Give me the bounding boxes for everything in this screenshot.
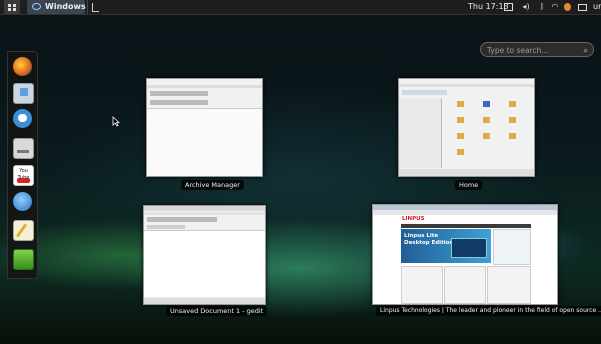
- fedora-icon[interactable]: [564, 3, 571, 11]
- activities-button[interactable]: [4, 0, 20, 14]
- hero-banner: Linpus Lite Desktop Edition: [401, 229, 491, 263]
- content-box: [444, 266, 486, 304]
- user-menu[interactable]: ur: [593, 0, 601, 14]
- content-box: [401, 266, 443, 304]
- folder-icon: [509, 117, 516, 123]
- folder-icon: [483, 133, 490, 139]
- hero-title1: Linpus Lite: [404, 233, 439, 239]
- mouse-pointer-icon: [112, 116, 120, 127]
- folder-icon: [509, 101, 516, 107]
- menubar: [147, 85, 262, 88]
- firefox-launcher[interactable]: [91, 0, 101, 14]
- search-icon: ⌕: [583, 46, 588, 55]
- chat-icon[interactable]: [13, 109, 32, 128]
- side-panel: [493, 229, 531, 265]
- toolbar-secondary: [150, 100, 208, 105]
- folder-icon: [457, 117, 464, 123]
- firefox-icon[interactable]: [13, 57, 32, 76]
- hero-title2: Desktop Edition: [404, 240, 454, 246]
- caption-gedit: Unsaved Document 1 - gedit: [166, 306, 268, 316]
- caption-home: Home: [455, 180, 483, 190]
- site-navbar: [401, 224, 531, 228]
- places-sidebar: [399, 98, 442, 168]
- statusbar: [399, 169, 534, 176]
- text-area: [144, 230, 265, 297]
- window-gedit[interactable]: [143, 205, 266, 305]
- statusbar: [144, 298, 265, 304]
- search-input[interactable]: Type to search... ⌕: [480, 42, 594, 57]
- bluetooth-icon[interactable]: ᛒ: [538, 3, 546, 11]
- windows-button[interactable]: Windows: [27, 0, 86, 14]
- wifi-icon[interactable]: ◠: [551, 3, 559, 11]
- folder-icon: [457, 149, 464, 155]
- folder-icon: [483, 117, 490, 123]
- window-archive-manager[interactable]: [146, 78, 263, 177]
- display-icon[interactable]: [504, 3, 513, 11]
- text-editor-icon[interactable]: [13, 220, 34, 241]
- top-panel: Windows Thu 17:13 ◂) ᛒ ◠ ur: [0, 0, 601, 15]
- youtube-icon[interactable]: You Tube: [13, 165, 34, 186]
- menubar: [144, 212, 265, 215]
- mail-icon[interactable]: [13, 83, 34, 104]
- folder-icon: [457, 101, 464, 107]
- window-home[interactable]: [398, 78, 535, 177]
- firefox-icon: [92, 3, 99, 12]
- linpus-logo: LINPUS: [402, 216, 425, 222]
- messaging-icon[interactable]: [13, 192, 32, 211]
- caption-archive-manager: Archive Manager: [181, 180, 244, 190]
- content-box: [487, 266, 531, 304]
- menubar: [399, 84, 534, 87]
- content-area: [147, 108, 262, 176]
- software-icon[interactable]: [13, 249, 34, 270]
- document-tab: [147, 225, 185, 229]
- panel-separator: [87, 0, 88, 14]
- folder-icon: [457, 133, 464, 139]
- windows-icon: [32, 3, 41, 10]
- search-placeholder: Type to search...: [487, 46, 549, 55]
- clock[interactable]: Thu 17:13: [468, 0, 509, 14]
- location-bar: [402, 90, 447, 95]
- caption-linpus-browser: Linpus Technologies | The leader and pio…: [376, 306, 601, 316]
- folder-icon: [483, 101, 490, 107]
- address-bar: [373, 210, 557, 215]
- window-linpus-browser[interactable]: LINPUS Linpus Lite Desktop Edition: [372, 204, 558, 305]
- volume-icon[interactable]: ◂): [522, 3, 530, 11]
- files-icon[interactable]: [13, 138, 34, 159]
- windows-label: Windows: [45, 2, 86, 11]
- folder-icon: [509, 133, 516, 139]
- keyboard-icon[interactable]: [578, 4, 587, 11]
- toolbar: [150, 91, 208, 96]
- toolbar: [147, 217, 217, 222]
- titlebar: [144, 206, 265, 211]
- dash: You Tube: [7, 51, 38, 279]
